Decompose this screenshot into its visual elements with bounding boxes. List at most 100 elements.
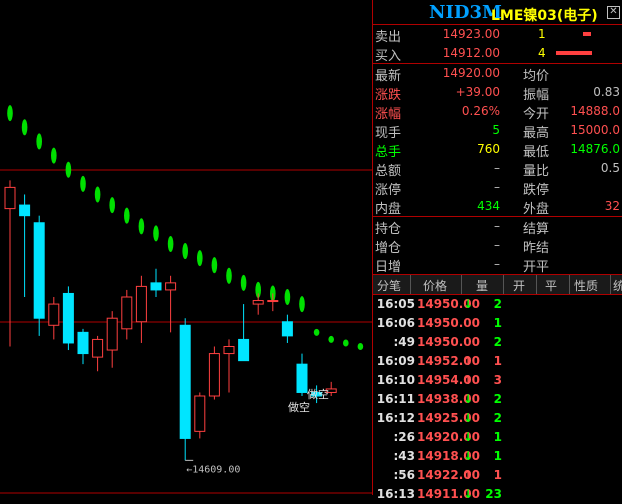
change-value: +39.00 bbox=[455, 85, 500, 99]
arrow-down-icon: ↓ bbox=[463, 430, 474, 444]
high-label: 最高 bbox=[523, 126, 550, 141]
tick-row[interactable]: :43 14918.00 ↓ 1 bbox=[373, 447, 622, 466]
position-stats: 持仓 – 结算 增仓 – 昨结 日增 – 开平 bbox=[373, 217, 622, 275]
close-icon[interactable]: ✕ bbox=[607, 6, 620, 19]
oi-change-value: – bbox=[494, 238, 500, 252]
tick-row[interactable]: 16:05 14950.00 ↓ 2 bbox=[373, 295, 622, 314]
candle-body bbox=[106, 317, 118, 351]
tick-list[interactable]: 16:05 14950.00 ↓ 2 16:06 14950.00 1:49 14950.00… bbox=[373, 295, 622, 504]
candle bbox=[48, 297, 60, 340]
tick-time: :49 bbox=[393, 335, 416, 349]
tick-time: 16:10 bbox=[376, 373, 415, 387]
vol-ratio-label: 量比 bbox=[523, 164, 550, 179]
stop-dot bbox=[211, 257, 218, 274]
bid-row: 买入 14912.00 4 bbox=[373, 44, 622, 64]
tick-time: 16:11 bbox=[376, 392, 415, 406]
tick-row[interactable]: :26 14920.00 ↓ 1 bbox=[373, 428, 622, 447]
candle bbox=[281, 314, 293, 343]
daily-add-label: 日增 bbox=[375, 260, 402, 275]
stop-dot bbox=[36, 133, 42, 150]
candle-body bbox=[48, 303, 60, 326]
tick-price: 14950.00 bbox=[417, 316, 481, 330]
last-vol-label: 现手 bbox=[375, 126, 402, 141]
tick-qty: 23 bbox=[485, 487, 502, 501]
candle-body bbox=[135, 285, 147, 323]
candle-body bbox=[4, 186, 16, 210]
arrow-down-icon: ↓ bbox=[463, 487, 474, 501]
tick-time: :43 bbox=[393, 449, 416, 463]
candle bbox=[296, 353, 308, 396]
stop-dot bbox=[65, 161, 72, 178]
candle bbox=[150, 268, 162, 297]
candle bbox=[208, 346, 220, 400]
low-price-label: ←14609.00 bbox=[186, 464, 240, 475]
tick-time: 16:05 bbox=[376, 297, 415, 311]
high-value: 15000.0 bbox=[570, 123, 620, 137]
amplitude-value: 0.83 bbox=[593, 85, 620, 99]
stop-dot bbox=[313, 328, 320, 336]
change-pct-value: 0.26% bbox=[461, 104, 500, 118]
candle-body bbox=[281, 321, 293, 337]
tick-qty: 2 bbox=[493, 335, 502, 349]
tick-time: 16:09 bbox=[376, 354, 415, 368]
tick-row[interactable]: :49 14950.00 2 bbox=[373, 333, 622, 352]
tick-row[interactable]: 16:10 14954.00 ↑ 3 bbox=[373, 371, 622, 390]
stop-dot bbox=[343, 339, 349, 347]
tab-ticks[interactable]: 分笔 bbox=[377, 277, 401, 294]
stop-dot bbox=[124, 207, 130, 224]
change-label: 涨跌 bbox=[375, 88, 402, 103]
tick-qty: 1 bbox=[493, 449, 502, 463]
candle-body bbox=[33, 222, 45, 319]
col-nature[interactable]: 性质 bbox=[574, 277, 598, 294]
prev-settle-label: 昨结 bbox=[523, 241, 550, 256]
stop-dot bbox=[138, 218, 145, 235]
ticks-header: 分笔 价格 量 开 平 性质 统 bbox=[373, 275, 622, 295]
open-flat-label: 开平 bbox=[523, 260, 550, 275]
tick-time: :26 bbox=[393, 430, 416, 444]
col-open[interactable]: 开 bbox=[513, 277, 525, 294]
tick-row[interactable]: 16:11 14938.00 ↓ 2 bbox=[373, 390, 622, 409]
outer-value: 32 bbox=[604, 199, 620, 213]
bid-label: 买入 bbox=[375, 49, 402, 64]
stop-dot bbox=[153, 225, 159, 242]
tick-row[interactable]: 16:06 14950.00 1 bbox=[373, 314, 622, 333]
tick-time: :56 bbox=[393, 468, 416, 482]
turnover-label: 总额 bbox=[375, 164, 402, 179]
vol-ratio-value: 0.5 bbox=[600, 161, 620, 175]
tick-qty: 1 bbox=[493, 468, 502, 482]
candle bbox=[194, 392, 206, 439]
candle-body bbox=[252, 300, 264, 305]
stop-dot bbox=[7, 105, 13, 122]
col-stat[interactable]: 统 bbox=[613, 277, 622, 294]
bid-price: 14912.00 bbox=[442, 46, 500, 60]
tick-row[interactable]: :56 14922.00 ↑ 1 bbox=[373, 466, 622, 485]
candlestick-chart[interactable]: ←14609.00 做空 做空 bbox=[0, 0, 372, 495]
stop-dot bbox=[51, 147, 57, 164]
candle-body bbox=[150, 282, 162, 291]
candle-body bbox=[267, 300, 279, 303]
col-close[interactable]: 平 bbox=[545, 277, 557, 294]
limit-up-label: 涨停 bbox=[375, 183, 402, 198]
col-price[interactable]: 价格 bbox=[423, 277, 447, 294]
stop-dot bbox=[284, 289, 291, 305]
tick-row[interactable]: 16:12 14925.00 ↓ 2 bbox=[373, 409, 622, 428]
stop-dot bbox=[109, 197, 115, 214]
candle bbox=[223, 339, 235, 393]
latest-value: 14920.00 bbox=[442, 66, 500, 80]
avg-label: 均价 bbox=[523, 69, 550, 84]
candle-body bbox=[121, 296, 133, 330]
tick-row[interactable]: 16:09 14952.00 ↑ 1 bbox=[373, 352, 622, 371]
tick-qty: 2 bbox=[493, 411, 502, 425]
candle-body bbox=[194, 395, 206, 432]
quote-stats: 最新 14920.00 均价 涨跌 +39.00 振幅 0.83 涨幅 0.26% 今开 148… bbox=[373, 64, 622, 217]
low-value: 14876.0 bbox=[570, 142, 620, 156]
tick-qty: 1 bbox=[493, 354, 502, 368]
open-int-value: – bbox=[494, 219, 500, 233]
stop-dot bbox=[21, 119, 28, 136]
candle-body bbox=[92, 338, 104, 358]
tick-price: 14950.00 bbox=[417, 335, 481, 349]
total-vol-label: 总手 bbox=[375, 145, 402, 160]
col-qty[interactable]: 量 bbox=[476, 277, 488, 294]
candle bbox=[62, 286, 74, 351]
candle-body bbox=[165, 282, 177, 291]
